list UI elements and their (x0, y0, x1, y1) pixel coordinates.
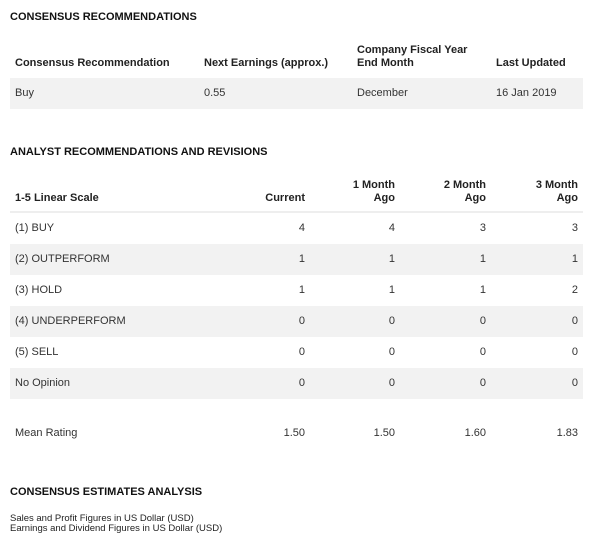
cell: 0 (479, 377, 486, 389)
cell: (5) SELL (15, 346, 59, 358)
cell: December (357, 87, 408, 99)
cell: (4) UNDERPERFORM (15, 315, 126, 327)
cell: 1.50 (373, 427, 395, 439)
section-title-analyst: ANALYST RECOMMENDATIONS AND REVISIONS (10, 146, 268, 158)
col-header: Ago (464, 192, 486, 204)
cell: 0 (388, 377, 395, 389)
col-header: 1-5 Linear Scale (15, 192, 99, 204)
col-header: Next Earnings (approx.) (204, 57, 329, 69)
cell: 1 (571, 253, 578, 265)
col-header: Ago (556, 192, 578, 204)
cell: (1) BUY (15, 222, 55, 234)
cell: 1.83 (556, 427, 578, 439)
cell: 1 (298, 253, 305, 265)
cell: Mean Rating (15, 427, 78, 439)
cell: 0 (479, 315, 486, 327)
col-header: Current (265, 192, 305, 204)
col-header: End Month (357, 57, 414, 69)
cell: 1 (388, 253, 395, 265)
col-header: Last Updated (496, 57, 566, 69)
cell: 0 (571, 315, 578, 327)
cell: (3) HOLD (15, 284, 63, 296)
section-title-estimates: CONSENSUS ESTIMATES ANALYSIS (10, 486, 203, 498)
col-header: 3 Month (535, 179, 578, 191)
table-row: (2) OUTPERFORM 1 1 1 1 (10, 244, 583, 275)
col-header: 1 Month (352, 179, 395, 191)
cell: 0 (298, 377, 305, 389)
table-row: (4) UNDERPERFORM 0 0 0 0 (10, 306, 583, 337)
cell: (2) OUTPERFORM (15, 253, 110, 265)
cell: 1 (298, 284, 305, 296)
cell: 0.55 (204, 87, 226, 99)
cell: 1.60 (464, 427, 486, 439)
col-header: 2 Month (443, 179, 486, 191)
cell: 0 (479, 346, 486, 358)
table-row: (5) SELL 0 0 0 0 (10, 337, 583, 368)
cell: 3 (479, 222, 486, 234)
col-header: Consensus Recommendation (15, 57, 170, 69)
cell: 1 (479, 253, 486, 265)
cell: 4 (388, 222, 395, 234)
cell: 4 (298, 222, 305, 234)
cell: Buy (15, 87, 34, 99)
table-row: Buy 0.55 December 16 Jan 2019 (10, 78, 583, 109)
table-row: No Opinion 0 0 0 0 (10, 368, 583, 399)
cell: 3 (571, 222, 578, 234)
col-header: Ago (373, 192, 395, 204)
mean-rating-row: Mean Rating 1.50 1.50 1.60 1.83 (10, 418, 583, 449)
col-header: Company Fiscal Year (357, 44, 468, 56)
cell: 2 (571, 284, 578, 296)
cell: 1 (479, 284, 486, 296)
section-title-consensus: CONSENSUS RECOMMENDATIONS (10, 11, 197, 23)
cell: No Opinion (15, 377, 71, 389)
cell: 0 (571, 377, 578, 389)
cell: 0 (571, 346, 578, 358)
cell: 16 Jan 2019 (496, 87, 557, 99)
cell: 1.50 (283, 427, 305, 439)
cell: 0 (298, 346, 305, 358)
table-row: (1) BUY 4 4 3 3 (10, 213, 583, 244)
note: Earnings and Dividend Figures in US Doll… (10, 523, 223, 534)
cell: 1 (388, 284, 395, 296)
cell: 0 (298, 315, 305, 327)
cell: 0 (388, 346, 395, 358)
table-row: (3) HOLD 1 1 1 2 (10, 275, 583, 306)
cell: 0 (388, 315, 395, 327)
